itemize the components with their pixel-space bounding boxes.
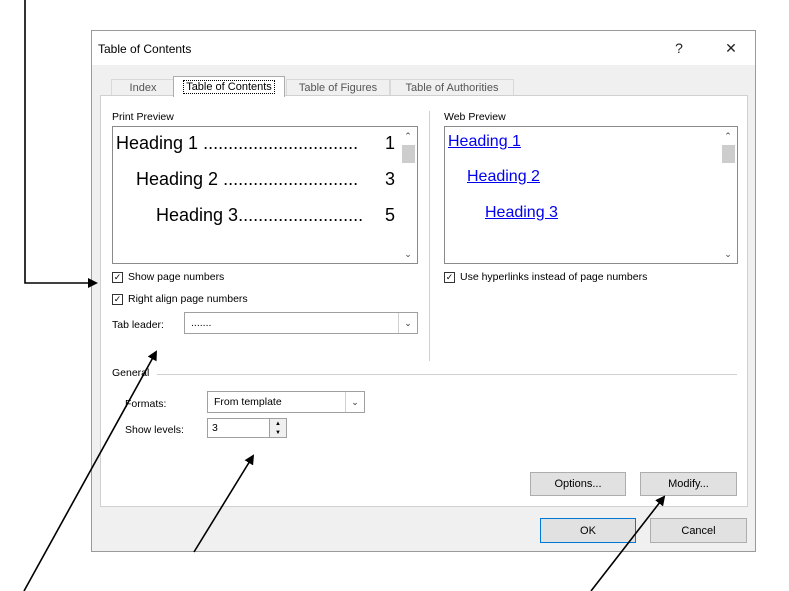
arrow-tab-leader (23, 350, 157, 591)
arrow-show-levels (193, 454, 255, 553)
tab-table-of-contents[interactable]: Table of Contents (173, 76, 285, 97)
arrow-show-page-numbers (24, 0, 98, 288)
arrow-modify (590, 495, 666, 591)
annotation-arrows (23, 0, 666, 591)
tab-label: Table of Contents (183, 80, 275, 94)
